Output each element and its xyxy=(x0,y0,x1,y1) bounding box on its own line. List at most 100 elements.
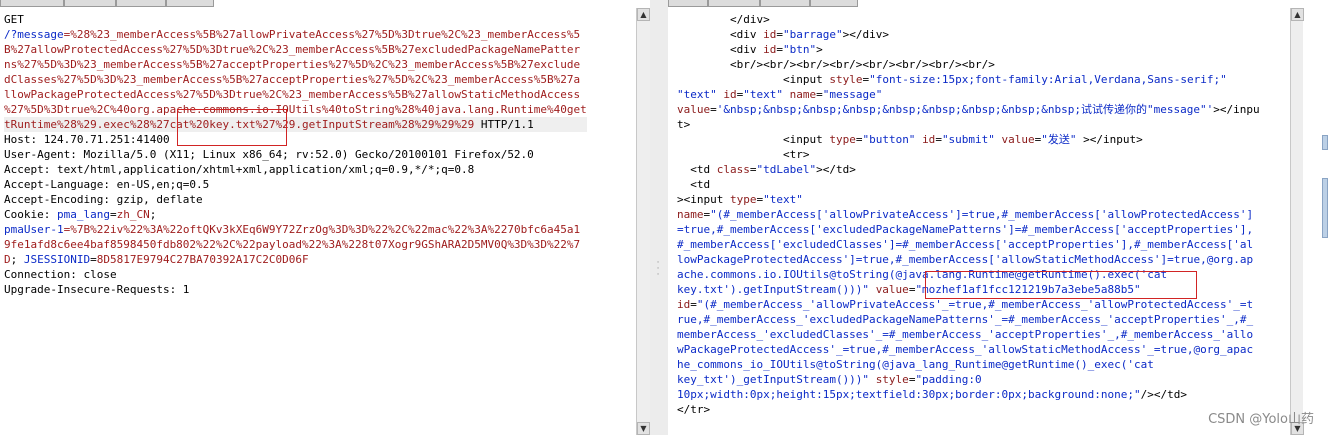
scroll-down-arrow-icon[interactable]: ▼ xyxy=(637,422,650,435)
response-code-line: </tr> xyxy=(677,402,1260,417)
response-code-token: <div xyxy=(677,43,764,56)
scroll-up-arrow-icon[interactable]: ▲ xyxy=(1291,8,1304,21)
request-code-token: pma_lang xyxy=(56,208,110,221)
response-code-line: id="(#_memberAccess_'allowPrivateAccess'… xyxy=(677,297,1260,312)
response-code-token: <td xyxy=(677,163,717,176)
response-code-token: "padding:0 xyxy=(915,373,982,386)
request-code-token: Accept: text/html,application/xhtml+xml,… xyxy=(4,163,475,176)
flag-highlight-box xyxy=(925,271,1197,299)
response-code-line: <tr> xyxy=(677,147,1260,162)
request-code-line: D; JSESSIONID=8D5817E9794C27BA70392A17C2… xyxy=(4,252,587,267)
response-scrollbar[interactable]: ▲ ▼ xyxy=(1290,8,1304,435)
response-code-token: "text" xyxy=(743,88,790,101)
request-code-line: llowPackageProtectedAccess%27%5D%3Dtrue%… xyxy=(4,87,587,102)
request-tab[interactable] xyxy=(0,0,64,7)
side-edge-tab[interactable] xyxy=(1322,135,1328,150)
response-tab[interactable] xyxy=(760,0,810,7)
response-code-token: = xyxy=(749,163,757,176)
response-code-token: wPackageProtectedAccess'_=true,#_memberA… xyxy=(677,343,1254,356)
request-scrollbar[interactable]: ▲ ▼ xyxy=(636,8,650,435)
request-code-token: D xyxy=(4,253,11,266)
request-tab[interactable] xyxy=(166,0,214,7)
response-code-token: '&nbsp;&nbsp;&nbsp;&nbsp;&nbsp;&nbsp;&nb… xyxy=(716,103,1214,116)
response-code-token: ></td> xyxy=(816,163,856,176)
response-code-token: = xyxy=(776,43,783,56)
request-code-token: User-Agent: Mozilla/5.0 (X11; Linux x86_… xyxy=(4,148,534,161)
request-code-line: Connection: close xyxy=(4,267,587,282)
response-code-token: <div xyxy=(677,28,764,41)
response-code-token: rue,#_memberAccess_'excludedPackageNameP… xyxy=(677,313,1254,326)
response-code-token: =true,#_memberAccess['excludedPackageNam… xyxy=(677,223,1254,236)
response-code-token: id xyxy=(723,88,737,101)
response-code-token: ></input> xyxy=(1076,133,1143,146)
request-code-token: zh_CN xyxy=(116,208,150,221)
request-code-line: Accept-Language: en-US,en;q=0.5 xyxy=(4,177,587,192)
pane-divider[interactable]: · · · xyxy=(650,0,668,435)
response-code-line: =true,#_memberAccess['excludedPackageNam… xyxy=(677,222,1260,237)
response-tab[interactable] xyxy=(668,0,708,7)
response-editor[interactable]: </div> <div id="barrage"></div> <div id=… xyxy=(677,12,1260,417)
response-code-line: <br/><br/><br/><br/><br/><br/><br/><br/> xyxy=(677,57,1260,72)
cmd-highlight-box xyxy=(177,109,287,146)
response-code-token: id xyxy=(677,298,691,311)
response-code-line: <input style="font-size:15px;font-family… xyxy=(677,72,1260,87)
response-code-token: "button" xyxy=(862,133,923,146)
response-code-line: #_memberAccess['excludedClasses']=#_memb… xyxy=(677,237,1260,252)
resize-grip-icon[interactable]: · · · xyxy=(654,259,662,300)
response-code-token: value xyxy=(677,103,711,116)
request-pane[interactable]: GET/?message=%28%23_memberAccess%5B%27al… xyxy=(0,0,650,435)
response-code-line: he_commons_io_IOUtils@toString(@java_lan… xyxy=(677,357,1260,372)
response-code-token: </tr> xyxy=(677,403,711,416)
request-code-line: pmaUser-1=%7B%22iv%22%3A%22oftQKv3kXEq6W… xyxy=(4,222,587,237)
response-code-token: he_commons_io_IOUtils@toString(@java_lan… xyxy=(677,358,1154,371)
response-code-token: </div> xyxy=(677,13,770,26)
response-code-token: type xyxy=(829,133,856,146)
request-code-token: 9fe1afd8c6ee4baf8598450fdb802%22%2C%22pa… xyxy=(4,238,581,251)
request-code-token: JSESSIONID xyxy=(23,253,91,266)
response-code-token: "font-size:15px;font-family:Arial,Verdan… xyxy=(869,73,1227,86)
response-code-token: lowPackageProtectedAccess']=true,#_membe… xyxy=(677,253,1254,266)
request-code-token: Accept-Language: en-US,en;q=0.5 xyxy=(4,178,210,191)
response-code-line: t> xyxy=(677,117,1260,132)
request-code-line: ns%27%5D%3D%23_memberAccess%5B%27acceptP… xyxy=(4,57,587,72)
response-code-token: "message" xyxy=(822,88,883,101)
request-code-token: HTTP/1.1 xyxy=(474,118,534,131)
response-code-token: "barrage" xyxy=(782,28,843,41)
response-code-token: id xyxy=(763,43,777,56)
request-code-token: Connection: close xyxy=(4,268,117,281)
request-code-token: Accept-Encoding: gzip, deflate xyxy=(4,193,203,206)
request-code-line: Accept-Encoding: gzip, deflate xyxy=(4,192,587,207)
response-tab[interactable] xyxy=(708,0,760,7)
request-code-line: Host: 124.70.71.251:41400 xyxy=(4,132,587,147)
request-code-token: Upgrade-Insecure-Requests: 1 xyxy=(4,283,190,296)
response-code-token: #_memberAccess['excludedClasses']=#_memb… xyxy=(677,238,1254,251)
response-code-line: <input type="button" id="submit" value="… xyxy=(677,132,1260,147)
response-code-line: value='&nbsp;&nbsp;&nbsp;&nbsp;&nbsp;&nb… xyxy=(677,102,1260,117)
response-code-line: rue,#_memberAccess_'excludedPackageNameP… xyxy=(677,312,1260,327)
request-code-line: Cookie: pma_lang=zh_CN; xyxy=(4,207,587,222)
response-code-line: 10px;width:0px;height:15px;textfield:30p… xyxy=(677,387,1260,402)
request-code-token: ; xyxy=(10,253,24,266)
response-code-token: type xyxy=(729,193,757,206)
side-edge-tab[interactable] xyxy=(1322,178,1328,238)
response-code-line: memberAccess_'excludedClasses'_=#_member… xyxy=(677,327,1260,342)
response-code-token: <tr> xyxy=(677,148,810,161)
response-code-token: memberAccess_'excludedClasses'_=#_member… xyxy=(677,328,1254,341)
request-tab[interactable] xyxy=(116,0,166,7)
request-code-token: pmaUser-1 xyxy=(4,223,64,236)
request-editor[interactable]: GET/?message=%28%23_memberAccess%5B%27al… xyxy=(4,12,587,297)
request-tab[interactable] xyxy=(64,0,116,7)
response-code-line: <td xyxy=(677,177,1260,192)
request-code-token: message xyxy=(17,28,64,41)
request-code-token: Cookie: xyxy=(4,208,57,221)
response-code-line: "text" id="text" name="message" xyxy=(677,87,1260,102)
request-code-line: 9fe1afd8c6ee4baf8598450fdb802%22%2C%22pa… xyxy=(4,237,587,252)
response-code-token: = xyxy=(690,298,697,311)
response-tab[interactable] xyxy=(810,0,858,7)
response-code-line: <td class="tdLabel"></td> xyxy=(677,162,1260,177)
scroll-up-arrow-icon[interactable]: ▲ xyxy=(637,8,650,21)
response-pane[interactable]: </div> <div id="barrage"></div> <div id=… xyxy=(668,0,1328,435)
request-code-token: =%28%23_memberAccess%5B%27allowPrivateAc… xyxy=(63,28,581,41)
response-code-token: "发送" xyxy=(1041,133,1077,146)
request-code-token: dClasses%27%5D%3D%23_memberAccess%5B%27a… xyxy=(4,73,581,86)
